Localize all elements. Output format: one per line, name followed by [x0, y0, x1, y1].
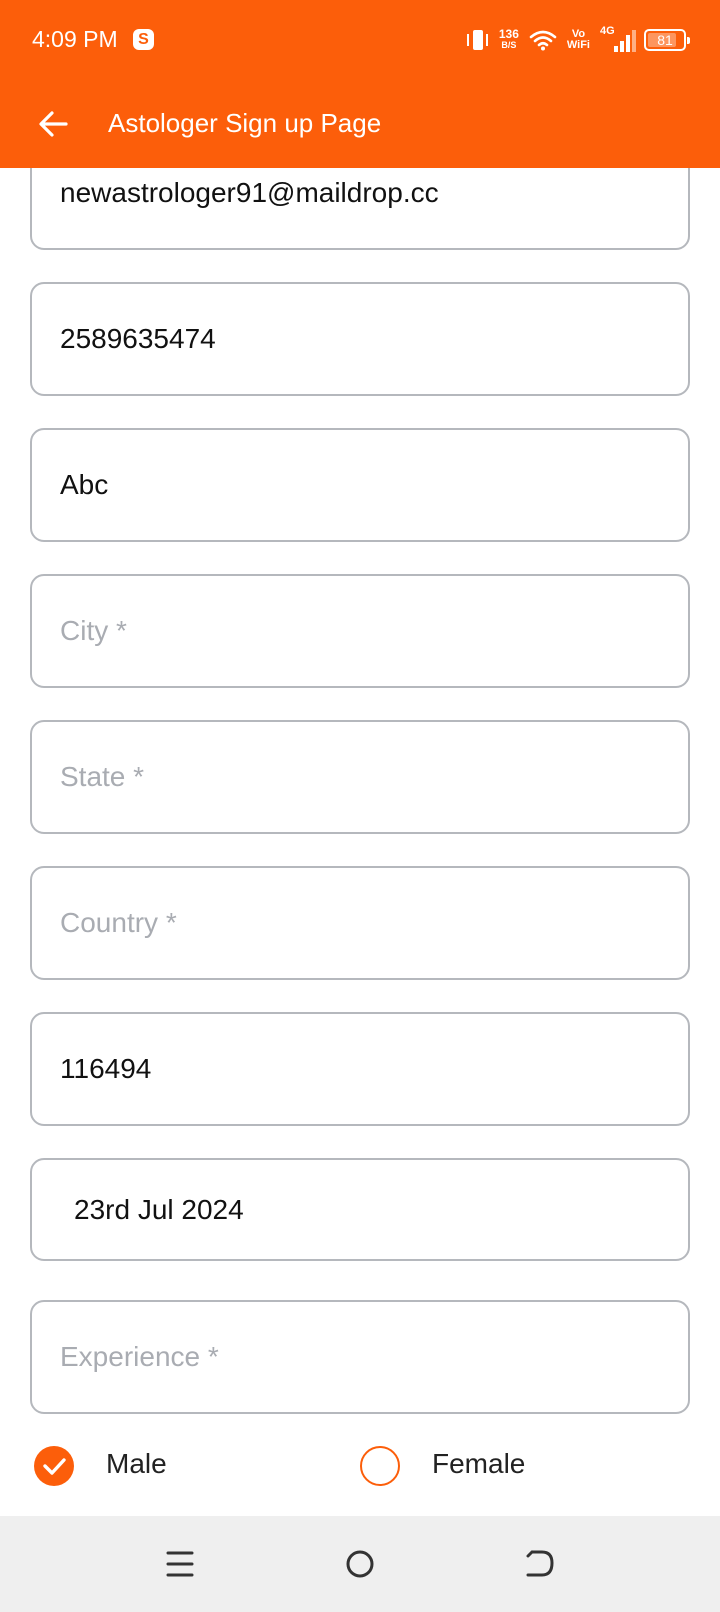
page-title: Astologer Sign up Page — [108, 108, 382, 138]
status-time: 4:09 PM — [32, 26, 118, 52]
country-field[interactable]: Country * — [30, 866, 690, 980]
network-speed: 136 B/S — [498, 27, 519, 51]
phone-value: 2589635474 — [60, 323, 216, 354]
network-speed-value: 136 — [498, 27, 519, 41]
back-icon[interactable] — [520, 1544, 560, 1584]
male-label[interactable]: Male — [106, 1448, 167, 1480]
signal-icon: 4G — [600, 25, 636, 52]
pincode-field[interactable]: 116494 — [30, 1012, 690, 1126]
check-icon — [43, 1458, 66, 1475]
system-nav-bar — [0, 1516, 720, 1612]
battery-icon: 81 — [644, 29, 690, 51]
signup-form: newastrologer91@maildrop.cc 2589635474 A… — [0, 168, 720, 1516]
city-field[interactable]: City * — [30, 574, 690, 688]
vibrate-icon — [466, 27, 489, 53]
pincode-value: 116494 — [60, 1053, 152, 1084]
state-placeholder: State * — [60, 761, 145, 792]
home-icon[interactable] — [340, 1544, 380, 1584]
status-icons: 136 B/S Vo WiFi 4G 81 — [466, 24, 690, 56]
phone-field[interactable]: 2589635474 — [30, 282, 690, 396]
city-placeholder: City * — [60, 615, 127, 646]
email-value: newastrologer91@maildrop.cc — [60, 177, 439, 208]
network-type: 4G — [600, 25, 615, 37]
app-bar: Astologer Sign up Page — [0, 82, 720, 168]
gender-selector: Male Female — [0, 1428, 720, 1488]
skype-icon: S — [133, 29, 154, 50]
menu-icon[interactable] — [160, 1544, 200, 1584]
battery-level: 81 — [657, 32, 673, 48]
status-bar: 4:09 PM S 136 B/S Vo WiFi 4G 81 — [0, 0, 720, 82]
female-label[interactable]: Female — [432, 1448, 525, 1480]
country-placeholder: Country * — [60, 907, 177, 938]
network-speed-unit: B/S — [501, 40, 517, 50]
experience-field[interactable]: Experience * — [30, 1300, 690, 1414]
female-radio[interactable] — [360, 1446, 400, 1486]
vowifi-bottom: WiFi — [566, 39, 590, 51]
state-field[interactable]: State * — [30, 720, 690, 834]
address-value: Abc — [60, 469, 109, 500]
date-field[interactable]: 23rd Jul 2024 — [30, 1158, 690, 1261]
male-radio[interactable] — [34, 1446, 74, 1486]
wifi-icon — [529, 30, 557, 51]
experience-placeholder: Experience * — [60, 1341, 219, 1372]
email-field[interactable]: newastrologer91@maildrop.cc — [30, 168, 690, 250]
arrow-left-icon[interactable] — [34, 104, 74, 144]
address-field[interactable]: Abc — [30, 428, 690, 542]
date-value: 23rd Jul 2024 — [74, 1193, 244, 1225]
vowifi-indicator: Vo WiFi — [567, 29, 590, 51]
